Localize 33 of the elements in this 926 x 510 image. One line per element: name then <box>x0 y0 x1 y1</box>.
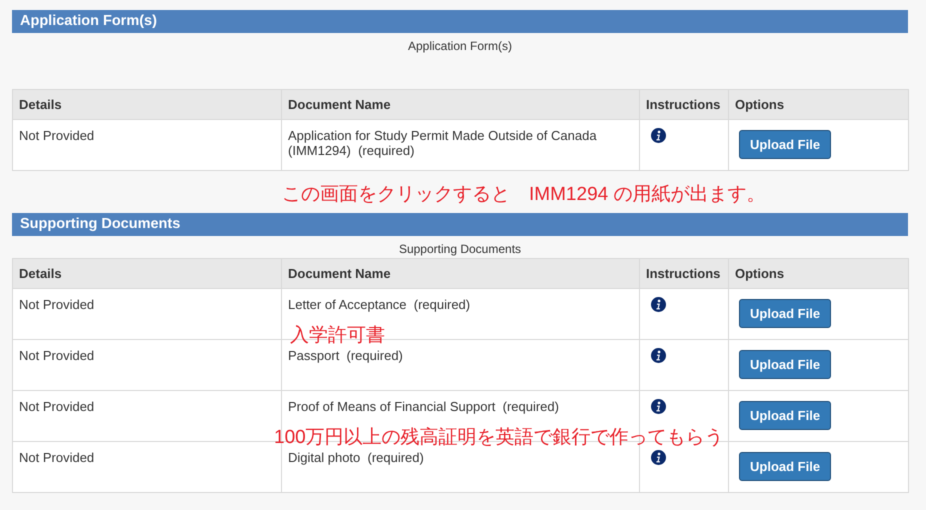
column-header: Document Name <box>282 258 640 288</box>
document-name: Application for Study Permit Made Outside of Canada (IMM1294) (required) <box>288 128 598 158</box>
column-header: Options <box>728 90 908 120</box>
table-cell: Not Provided <box>12 288 282 340</box>
upload-file-button[interactable]: Upload File <box>739 401 832 430</box>
info-icon[interactable] <box>651 450 666 465</box>
info-icon[interactable] <box>651 399 666 414</box>
table-cell: Not Provided <box>12 442 282 492</box>
info-icon[interactable] <box>651 297 666 312</box>
column-header: Options <box>728 258 908 288</box>
upload-file-button[interactable]: Upload File <box>739 452 832 481</box>
table-cell: Not Provided <box>12 340 282 390</box>
document-name: Digital photo (required) <box>288 450 424 465</box>
document-name: Proof of Means of Financial Support (required) <box>288 399 559 414</box>
column-header: Details <box>12 90 282 120</box>
column-header: Details <box>12 258 282 288</box>
upload-file-button[interactable]: Upload File <box>739 350 832 379</box>
column-header: Instructions <box>640 90 728 120</box>
info-icon[interactable] <box>651 128 666 143</box>
upload-file-button[interactable]: Upload File <box>739 130 832 159</box>
section-header: Application Form(s) <box>12 10 908 33</box>
table-caption: Application Form(s) <box>408 39 512 53</box>
table-caption: Supporting Documents <box>398 242 522 256</box>
upload-file-button[interactable]: Upload File <box>739 299 832 328</box>
column-header: Document Name <box>282 90 640 120</box>
document-name: Letter of Acceptance (required) <box>288 297 470 312</box>
table-cell: Not Provided <box>12 120 282 170</box>
column-header: Instructions <box>640 258 728 288</box>
handwritten-annotation: この画面をクリックすると IMM1294 の用紙が出ます。 <box>282 184 766 205</box>
document-name: Passport (required) <box>288 348 403 363</box>
handwritten-annotation: 入学許可書 <box>290 324 385 348</box>
section-header: Supporting Documents <box>12 213 908 236</box>
info-icon[interactable] <box>651 348 666 363</box>
